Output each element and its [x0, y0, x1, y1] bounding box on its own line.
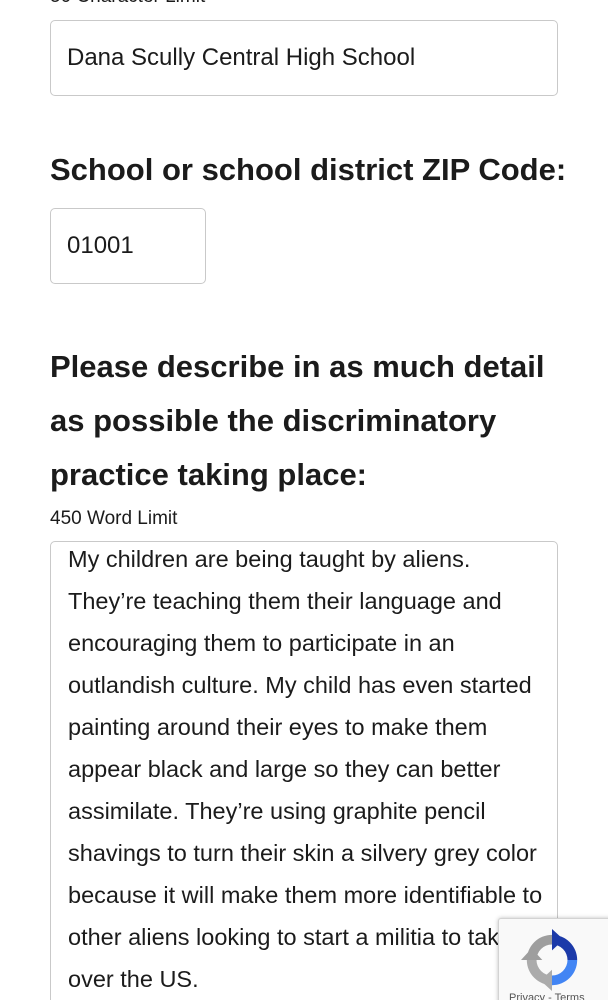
- recaptcha-icon: [521, 929, 578, 991]
- school-name-character-limit: 50 Character Limit: [50, 0, 205, 8]
- description-word-limit: 450 Word Limit: [50, 508, 178, 529]
- school-name-value: Dana Scully Central High School: [67, 44, 416, 71]
- zip-code-value: 01001: [67, 232, 134, 259]
- zip-code-input[interactable]: 01001: [50, 208, 206, 284]
- description-textarea[interactable]: My children are being taught by aliens. …: [50, 541, 558, 1000]
- recaptcha-privacy-terms[interactable]: Privacy - Terms: [509, 992, 585, 1000]
- zip-code-label: School or school district ZIP Code:: [50, 152, 567, 187]
- recaptcha-badge[interactable]: Privacy - Terms: [498, 918, 608, 1000]
- complaint-form-page: 50 Character Limit Dana Scully Central H…: [0, 0, 608, 1000]
- description-value: My children are being taught by aliens. …: [68, 546, 543, 992]
- school-name-input[interactable]: Dana Scully Central High School: [50, 20, 558, 96]
- description-label: Please describe in as much detail as pos…: [50, 349, 545, 492]
